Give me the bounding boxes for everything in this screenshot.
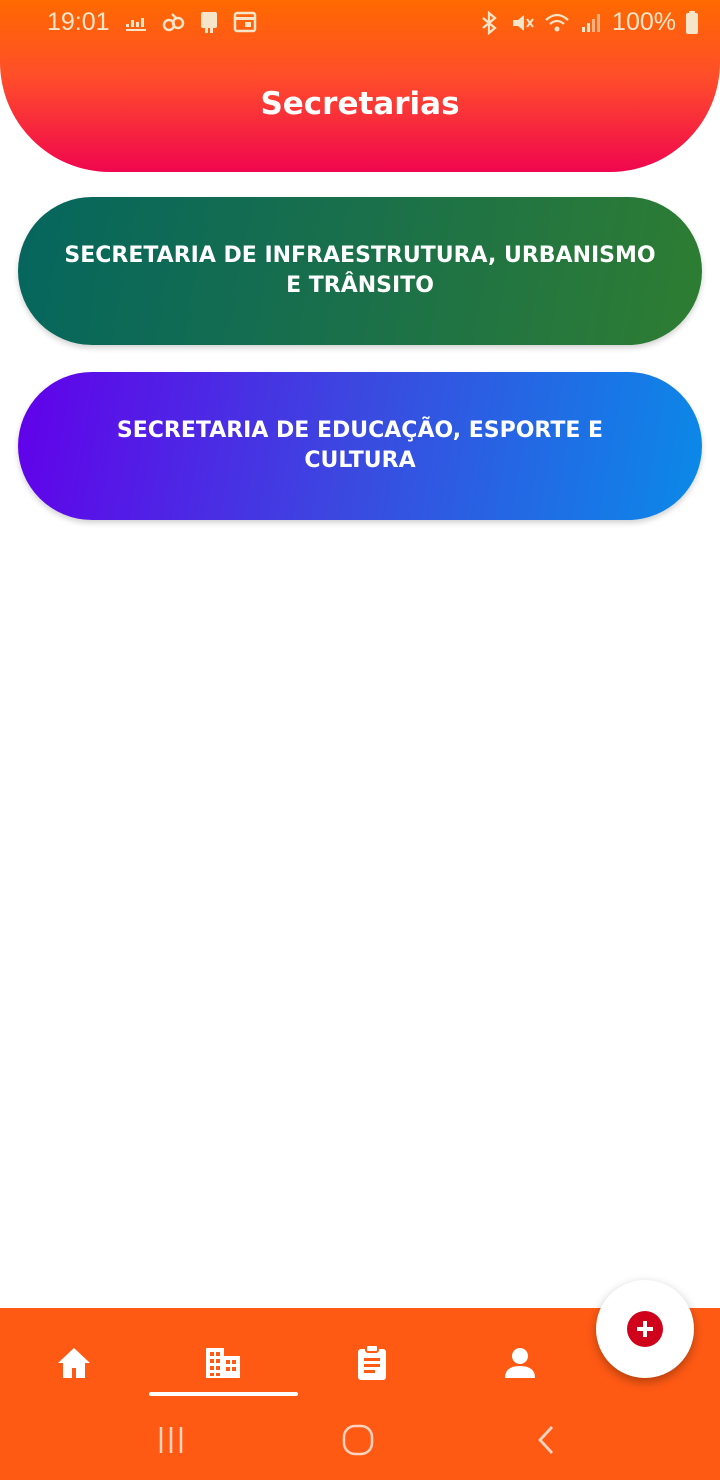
person-icon — [505, 1348, 535, 1378]
home-icon — [58, 1348, 90, 1378]
battery-icon — [686, 10, 698, 34]
nav-active-indicator — [149, 1392, 298, 1396]
recents-icon — [159, 1427, 183, 1453]
battery-percent: 100% — [612, 8, 676, 36]
building-icon — [206, 1348, 240, 1378]
secretaria-card-label: SECRETARIA DE INFRAESTRUTURA, URBANISMO … — [64, 243, 656, 298]
clipboard-icon — [358, 1344, 386, 1380]
back-icon — [538, 1426, 554, 1454]
equalizer-icon — [126, 18, 146, 31]
page-title: Secretarias — [260, 86, 460, 122]
status-right: 100% — [476, 8, 700, 37]
home-circle-icon — [342, 1424, 374, 1456]
bluetooth-icon — [482, 10, 497, 35]
wifi-icon — [545, 13, 569, 31]
status-time: 19:01 — [47, 8, 110, 36]
app-icon — [201, 12, 217, 33]
secretaria-card-label: SECRETARIA DE EDUCAÇÃO, ESPORTE E CULTUR… — [116, 418, 604, 473]
notification-icon — [162, 13, 185, 32]
system-back-button[interactable] — [516, 1418, 576, 1462]
add-button[interactable] — [596, 1280, 694, 1378]
header: 19:01 100% Secretarias — [0, 0, 720, 172]
calendar-icon — [233, 11, 257, 33]
nav-secretarias[interactable] — [149, 1328, 297, 1398]
secretaria-card-educacao[interactable]: SECRETARIA DE EDUCAÇÃO, ESPORTE E CULTUR… — [18, 372, 702, 520]
plus-icon — [627, 1311, 663, 1347]
signal-icon — [582, 13, 601, 32]
system-recents-button[interactable] — [141, 1418, 201, 1462]
secretaria-card-infraestrutura[interactable]: SECRETARIA DE INFRAESTRUTURA, URBANISMO … — [18, 197, 702, 345]
nav-home[interactable] — [0, 1328, 148, 1398]
nav-solicitacoes[interactable] — [298, 1328, 446, 1398]
system-home-button[interactable] — [328, 1418, 388, 1462]
nav-perfil[interactable] — [446, 1328, 594, 1398]
status-bar: 19:01 100% — [0, 0, 720, 44]
status-left-icons — [124, 10, 258, 34]
mute-icon — [513, 14, 534, 31]
